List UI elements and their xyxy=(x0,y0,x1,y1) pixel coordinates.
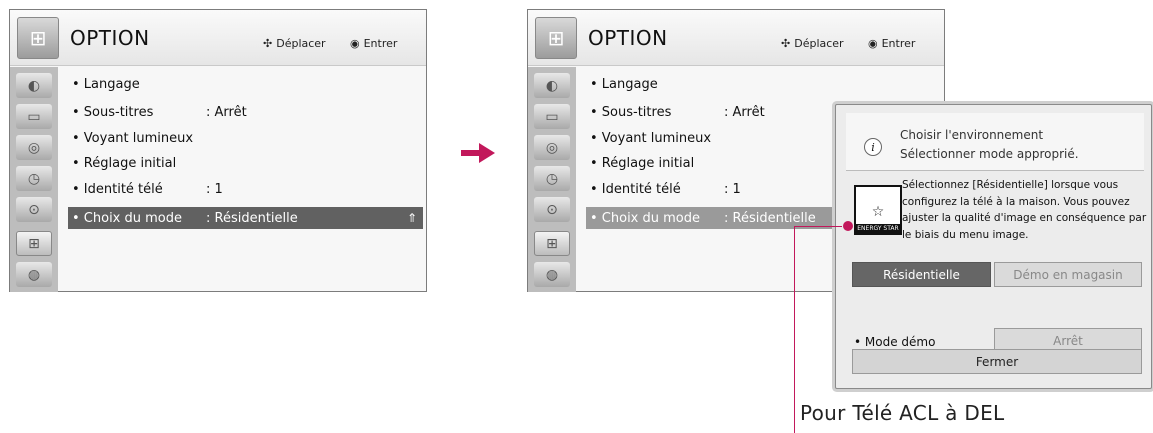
option-menu-left: ⊞ OPTION ✣ Déplacer ◉ Entrer ◐ ▭ ◎ ◷ ⊙ ⊞… xyxy=(9,9,427,292)
energy-star-logo: ☆ ENERGY STAR xyxy=(854,185,902,235)
menu-item-sous-titres[interactable]: • Sous-titres : Arrêt xyxy=(68,101,423,123)
globe-icon[interactable]: ◍ xyxy=(16,262,52,287)
enter-icon: ◉ xyxy=(350,37,360,50)
clock-icon[interactable]: ◷ xyxy=(534,166,570,191)
menu-header: ⊞ OPTION ✣ Déplacer ◉ Entrer xyxy=(528,10,944,66)
callout-dot xyxy=(843,221,853,231)
ok-enter-icon: ⇑ xyxy=(406,211,417,225)
menu-item-langage[interactable]: • Langage xyxy=(586,73,941,95)
menu-item-identite[interactable]: • Identité télé : 1 xyxy=(68,178,423,200)
callout-line-horizontal xyxy=(794,226,842,227)
sidebar: ◐ ▭ ◎ ◷ ⊙ ⊞ ◍ xyxy=(10,67,58,292)
sidebar: ◐ ▭ ◎ ◷ ⊙ ⊞ ◍ xyxy=(528,67,576,292)
hint-enter: ◉ Entrer xyxy=(868,37,916,50)
menu-header: ⊞ OPTION ✣ Déplacer ◉ Entrer xyxy=(10,10,426,66)
screen-icon[interactable]: ▭ xyxy=(16,104,52,129)
menu-item-reglage[interactable]: • Réglage initial xyxy=(68,152,423,174)
menu-item-choix-mode[interactable]: • Choix du mode : Résidentielle ⇑ xyxy=(68,207,423,229)
store-demo-button[interactable]: Démo en magasin xyxy=(994,262,1142,287)
picture-icon[interactable]: ◐ xyxy=(534,73,570,98)
dialog-header xyxy=(846,113,1144,171)
menu-title: OPTION xyxy=(70,26,150,50)
speaker-icon[interactable]: ◎ xyxy=(534,135,570,160)
caption: Pour Télé ACL à DEL xyxy=(800,401,1005,425)
hint-move: ✣ Déplacer xyxy=(781,37,844,50)
globe-icon[interactable]: ◍ xyxy=(534,262,570,287)
callout-line-vertical xyxy=(794,227,795,433)
lock-icon[interactable]: ⊙ xyxy=(16,197,52,222)
energy-star-label: ENERGY STAR xyxy=(856,224,900,233)
picture-icon[interactable]: ◐ xyxy=(16,73,52,98)
info-icon: i xyxy=(864,138,882,156)
home-mode-button[interactable]: Résidentielle xyxy=(852,262,991,287)
menu-item-langage[interactable]: • Langage xyxy=(68,73,423,95)
dialog-title: Choisir l'environnement xyxy=(900,128,1044,142)
move-arrows-icon: ✣ xyxy=(781,37,791,50)
option-icon[interactable]: ⊞ xyxy=(16,231,52,256)
screen-icon[interactable]: ▭ xyxy=(534,104,570,129)
clock-icon[interactable]: ◷ xyxy=(16,166,52,191)
star-icon: ☆ xyxy=(871,204,885,220)
move-arrows-icon: ✣ xyxy=(263,37,273,50)
hint-move: ✣ Déplacer xyxy=(263,37,326,50)
menu-item-voyant[interactable]: • Voyant lumineux xyxy=(68,127,423,149)
hint-enter: ◉ Entrer xyxy=(350,37,398,50)
menu-title: OPTION xyxy=(588,26,668,50)
option-icon: ⊞ xyxy=(17,17,59,59)
lock-icon[interactable]: ⊙ xyxy=(534,197,570,222)
speaker-icon[interactable]: ◎ xyxy=(16,135,52,160)
option-icon: ⊞ xyxy=(535,17,577,59)
mode-dialog: i Choisir l'environnement Sélectionner m… xyxy=(835,104,1152,389)
dialog-body: Sélectionnez [Résidentielle] lorsque vou… xyxy=(902,179,1147,241)
dialog-subtitle: Sélectionner mode approprié. xyxy=(900,147,1079,161)
demo-mode-label: • Mode démo xyxy=(854,335,936,349)
close-button[interactable]: Fermer xyxy=(852,349,1142,374)
enter-icon: ◉ xyxy=(868,37,878,50)
option-icon[interactable]: ⊞ xyxy=(534,231,570,256)
arrow-right-icon xyxy=(461,143,495,163)
